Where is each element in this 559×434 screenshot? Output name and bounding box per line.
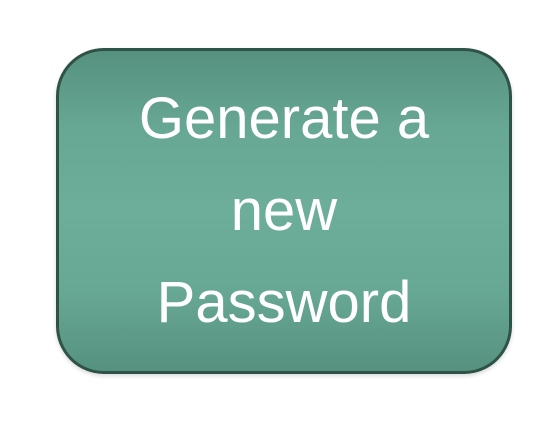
box-label-line-1: Generate a	[138, 86, 430, 151]
diagram-canvas: Generate a new Password	[0, 0, 559, 434]
box-label-line-2: new	[230, 178, 338, 243]
generate-password-box[interactable]: Generate a new Password	[56, 48, 512, 374]
box-label-line-3: Password	[156, 270, 412, 335]
